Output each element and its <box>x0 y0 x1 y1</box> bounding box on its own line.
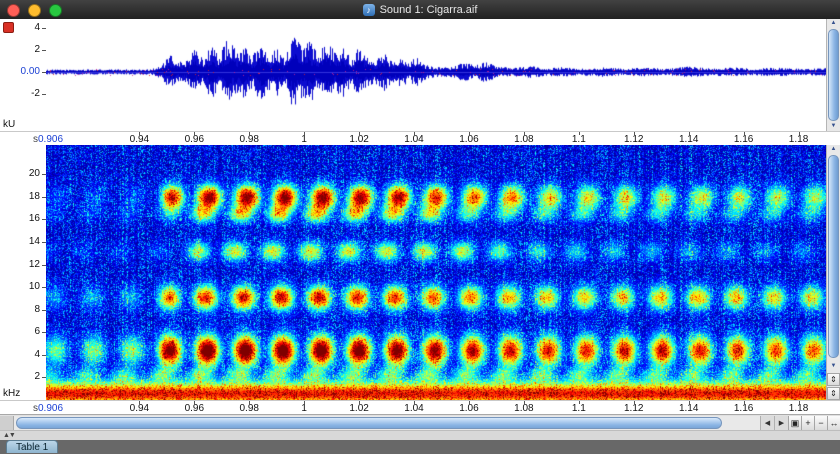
hscroll-track[interactable] <box>14 416 760 431</box>
time-tick-label: 0.94 <box>130 403 149 414</box>
amplitude-tick-label: 2 <box>34 44 40 55</box>
spectrogram-view[interactable] <box>46 145 826 400</box>
time-tick-label: 1.12 <box>624 403 643 414</box>
pane-close-button[interactable] <box>3 22 14 33</box>
time-tick-label: 1.06 <box>459 403 478 414</box>
time-tick-label: 1.06 <box>459 134 478 145</box>
frequency-tick-label: 14 <box>29 236 40 247</box>
time-tick-label: 0.96 <box>185 403 204 414</box>
scroll-up-icon[interactable]: ▲ <box>827 145 840 154</box>
time-tick-label: 0.98 <box>240 134 259 145</box>
time-tick-label: 1 <box>301 134 307 145</box>
time-tick-label: 1 <box>301 403 307 414</box>
time-tick-label: 1.18 <box>789 403 808 414</box>
time-tick-label: 1.12 <box>624 134 643 145</box>
frequency-tick-label: 6 <box>34 326 40 337</box>
waveform-panel: kU 4 2 0.00 -2 ▲ ▼ <box>0 19 840 131</box>
splitter-grip-icon[interactable]: ▲▼ <box>3 431 15 440</box>
zoom-controls: ▣ + − ↔ <box>788 416 840 431</box>
spectrogram-y-axis: kHz 20 18 16 14 12 10 8 6 4 2 <box>0 145 46 400</box>
tab-table1[interactable]: Table 1 <box>6 440 58 453</box>
frequency-tick-label: 4 <box>34 349 40 360</box>
time-axis-upper: s0.906 0.94 0.96 0.98 1 1.02 1.04 1.06 1.08 1.1 1.… <box>0 131 840 146</box>
scroll-down-icon[interactable]: ▼ <box>827 362 840 371</box>
time-tick-label: 1.14 <box>679 403 698 414</box>
frequency-tick-label: 8 <box>34 304 40 315</box>
app-window: ♪ Sound 1: Cigarra.aif kU 4 2 0.00 -2 ▲ ▼ s… <box>0 0 840 454</box>
amplitude-tick-label: 0.00 <box>21 66 40 77</box>
scroll-left-icon[interactable]: ◀ <box>760 416 774 431</box>
frequency-tick-label: 20 <box>29 168 40 179</box>
zoom-out-button[interactable]: − <box>814 416 827 431</box>
window-start-time: s0.906 <box>33 403 63 414</box>
time-tick-label: 1.1 <box>572 403 586 414</box>
tab-bar: Table 1 <box>0 440 840 454</box>
spectrogram-unit-label: kHz <box>3 388 20 399</box>
frequency-tick-label: 18 <box>29 191 40 202</box>
time-tick-label: 1.04 <box>404 134 423 145</box>
time-tick-label: 1.16 <box>734 134 753 145</box>
time-tick-label: 1.18 <box>789 134 808 145</box>
scroll-corner <box>0 416 14 431</box>
hscroll-thumb[interactable] <box>16 417 722 429</box>
spectrogram-panel: kHz 20 18 16 14 12 10 8 6 4 2 ▲ ▼ ⇕ ⇕ <box>0 145 840 400</box>
time-tick-label: 1.1 <box>572 134 586 145</box>
waveform-vscroll-thumb[interactable] <box>828 29 839 121</box>
titlebar[interactable]: ♪ Sound 1: Cigarra.aif <box>0 0 840 19</box>
sound-document-icon: ♪ <box>363 4 375 16</box>
window-start-time: s0.906 <box>33 134 63 145</box>
frequency-tick-label: 12 <box>29 259 40 270</box>
waveform-vscrollbar[interactable]: ▲ ▼ <box>826 19 840 131</box>
frequency-tick-label: 10 <box>29 281 40 292</box>
time-tick-label: 1.08 <box>514 403 533 414</box>
tab-table1-label: Table 1 <box>16 442 48 453</box>
zoom-in-button[interactable]: + <box>801 416 814 431</box>
waveform-view[interactable] <box>46 19 826 131</box>
frequency-tick-label: 2 <box>34 371 40 382</box>
window-start-value: 0.906 <box>38 403 63 414</box>
freq-axis-contract-button[interactable]: ⇕ <box>827 387 840 400</box>
amplitude-tick-label: -2 <box>31 88 40 99</box>
freq-axis-expand-button[interactable]: ⇕ <box>827 373 840 386</box>
time-tick-label: 1.16 <box>734 403 753 414</box>
time-tick-label: 0.98 <box>240 403 259 414</box>
time-tick-label: 1.08 <box>514 134 533 145</box>
scroll-right-icon[interactable]: ▶ <box>774 416 788 431</box>
time-tick-label: 1.02 <box>349 134 368 145</box>
time-tick-label: 0.96 <box>185 134 204 145</box>
time-tick-label: 1.04 <box>404 403 423 414</box>
horizontal-scrollbar-row: ◀ ▶ ▣ + − ↔ <box>0 414 840 431</box>
waveform-y-axis: kU 4 2 0.00 -2 <box>0 19 46 131</box>
frequency-tick-label: 16 <box>29 213 40 224</box>
amplitude-tick-label: 4 <box>34 22 40 33</box>
time-axis-lower: s0.906 0.94 0.96 0.98 1 1.02 1.04 1.06 1.08 1.1 1.… <box>0 400 840 415</box>
spectrogram-vscroll-thumb[interactable] <box>828 155 839 358</box>
zoom-selection-button[interactable]: ▣ <box>788 416 801 431</box>
time-tick-label: 1.14 <box>679 134 698 145</box>
zoom-fit-button[interactable]: ↔ <box>827 416 840 431</box>
time-tick-label: 1.02 <box>349 403 368 414</box>
window-start-value: 0.906 <box>38 134 63 145</box>
spectrogram-vscrollbar[interactable]: ▲ ▼ ⇕ ⇕ <box>826 145 840 400</box>
window-title-group: ♪ Sound 1: Cigarra.aif <box>0 0 840 19</box>
waveform-unit-label: kU <box>3 119 15 130</box>
scroll-up-icon[interactable]: ▲ <box>827 19 840 28</box>
time-tick-label: 0.94 <box>130 134 149 145</box>
window-title: Sound 1: Cigarra.aif <box>380 4 478 16</box>
scroll-down-icon[interactable]: ▼ <box>827 122 840 131</box>
